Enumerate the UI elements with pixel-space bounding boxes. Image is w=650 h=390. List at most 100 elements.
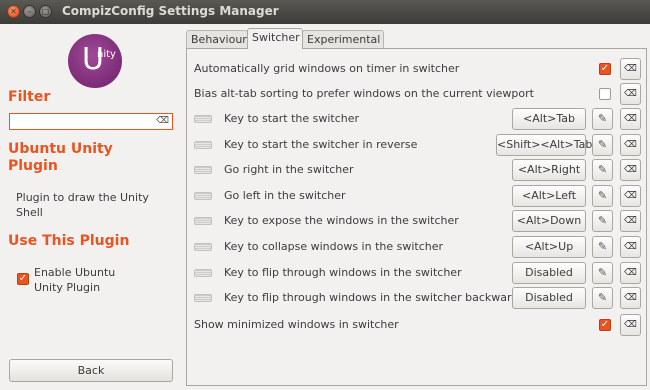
reset-button[interactable]: ⌫ (620, 159, 641, 181)
setting-row: Key to flip through windows in the switc… (187, 261, 646, 285)
setting-label: Key to collapse windows in the switcher (224, 240, 444, 253)
setting-label: Automatically grid windows on timer in s… (194, 62, 460, 75)
pencil-icon: ✎ (597, 138, 608, 151)
setting-label: Key to start the switcher (224, 112, 360, 125)
minimize-window-button[interactable]: – (23, 5, 36, 18)
clear-icon: ⌫ (624, 165, 637, 175)
reset-button[interactable]: ⌫ (620, 185, 641, 207)
setting-label: Key to flip through windows in the switc… (224, 266, 462, 279)
enable-plugin-checkbox[interactable]: ✓ (17, 273, 29, 285)
back-button[interactable]: Back (9, 359, 173, 382)
filter-field[interactable]: ⌫ (9, 113, 173, 130)
edit-button[interactable]: ✎ (592, 287, 613, 309)
clear-icon: ⌫ (624, 89, 637, 99)
pencil-icon: ✎ (597, 240, 608, 253)
reset-button[interactable]: ⌫ (620, 262, 641, 284)
edit-button[interactable]: ✎ (592, 159, 613, 181)
reset-button[interactable]: ⌫ (620, 108, 641, 130)
setting-label: Key to flip through windows in the switc… (224, 291, 525, 304)
plugin-description: Plugin to draw the Unity Shell (16, 190, 176, 220)
setting-row: Automatically grid windows on timer in s… (187, 57, 646, 81)
key-binding-button[interactable]: Disabled (512, 262, 586, 284)
clear-icon: ⌫ (624, 320, 637, 330)
tab-behaviour[interactable]: Behaviour (186, 30, 248, 48)
key-binding-button[interactable]: <Alt>Tab (512, 108, 586, 130)
bias-alt-tab-checkbox[interactable] (599, 88, 611, 100)
pencil-icon: ✎ (597, 163, 608, 176)
key-binding-button[interactable]: <Shift><Alt>Tab (496, 134, 592, 156)
drag-handle-icon (194, 294, 212, 302)
setting-row: Bias alt-tab sorting to prefer windows o… (187, 82, 646, 106)
auto-grid-checkbox[interactable]: ✓ (599, 63, 611, 75)
edit-button[interactable]: ✎ (592, 134, 613, 156)
window: ✕ – □ CompizConfig Settings Manager U ni… (0, 0, 650, 390)
description-line2: Shell (16, 206, 43, 219)
reset-button[interactable]: ⌫ (620, 134, 641, 156)
reset-button[interactable]: ⌫ (620, 58, 641, 80)
filter-input[interactable] (12, 115, 152, 128)
key-binding-button[interactable]: <Alt>Down (512, 210, 586, 232)
drag-handle-icon (194, 217, 212, 225)
setting-label: Go right in the switcher (224, 163, 354, 176)
key-binding-button[interactable]: Disabled (512, 287, 586, 309)
unity-logo: U nity (68, 34, 122, 88)
setting-row: Key to start the switcher in reverse <Sh… (187, 133, 646, 157)
filter-heading: Filter (8, 89, 51, 105)
key-binding-button[interactable]: <Alt>Right (512, 159, 586, 181)
title-bar: ✕ – □ CompizConfig Settings Manager (0, 0, 650, 24)
setting-label: Key to start the switcher in reverse (224, 138, 418, 151)
sidebar: U nity Filter ⌫ Ubuntu Unity Plugin Plug… (0, 24, 183, 390)
setting-row: Show minimized windows in switcher ✓ ⌫ (187, 313, 646, 337)
drag-handle-icon (194, 269, 212, 277)
close-window-button[interactable]: ✕ (7, 5, 20, 18)
edit-button[interactable]: ✎ (592, 210, 613, 232)
edit-button[interactable]: ✎ (592, 185, 613, 207)
setting-label: Show minimized windows in switcher (194, 318, 399, 331)
setting-row: Key to start the switcher <Alt>Tab ✎ ⌫ (187, 107, 646, 131)
setting-row: Key to collapse windows in the switcher … (187, 235, 646, 259)
pencil-icon: ✎ (597, 214, 608, 227)
use-plugin-heading: Use This Plugin (8, 233, 130, 249)
reset-button[interactable]: ⌫ (620, 210, 641, 232)
pencil-icon: ✎ (597, 189, 608, 202)
drag-handle-icon (194, 243, 212, 251)
window-title: CompizConfig Settings Manager (62, 4, 279, 18)
setting-row: Go right in the switcher <Alt>Right ✎ ⌫ (187, 158, 646, 182)
clear-icon[interactable]: ⌫ (156, 116, 169, 127)
clear-icon: ⌫ (624, 216, 637, 226)
enable-plugin-label[interactable]: Enable Ubuntu Unity Plugin (34, 265, 115, 295)
clear-icon: ⌫ (624, 140, 637, 150)
edit-button[interactable]: ✎ (592, 108, 613, 130)
show-minimized-checkbox[interactable]: ✓ (599, 319, 611, 331)
drag-handle-icon (194, 192, 212, 200)
settings-panel: Automatically grid windows on timer in s… (186, 48, 647, 386)
edit-button[interactable]: ✎ (592, 236, 613, 258)
clear-icon: ⌫ (624, 242, 637, 252)
pencil-icon: ✎ (597, 266, 608, 279)
reset-button[interactable]: ⌫ (620, 83, 641, 105)
key-binding-button[interactable]: <Alt>Up (512, 236, 586, 258)
drag-handle-icon (194, 115, 212, 123)
enable-label-line2: Unity Plugin (34, 281, 101, 294)
clear-icon: ⌫ (624, 268, 637, 278)
setting-label: Bias alt-tab sorting to prefer windows o… (194, 87, 534, 100)
clear-icon: ⌫ (624, 191, 637, 201)
description-line1: Plugin to draw the Unity (16, 191, 149, 204)
reset-button[interactable]: ⌫ (620, 314, 641, 336)
pencil-icon: ✎ (597, 291, 608, 304)
logo-text: nity (97, 49, 116, 60)
tab-experimental[interactable]: Experimental (302, 30, 384, 48)
key-binding-button[interactable]: <Alt>Left (512, 185, 586, 207)
reset-button[interactable]: ⌫ (620, 236, 641, 258)
clear-icon: ⌫ (624, 114, 637, 124)
setting-row: Key to flip through windows in the switc… (187, 286, 646, 310)
maximize-window-button[interactable]: □ (39, 5, 52, 18)
edit-button[interactable]: ✎ (592, 262, 613, 284)
tab-switcher[interactable]: Switcher (247, 28, 303, 49)
setting-label: Go left in the switcher (224, 189, 346, 202)
plugin-name-line1: Ubuntu Unity (8, 141, 113, 157)
drag-handle-icon (194, 141, 212, 149)
clear-icon: ⌫ (624, 293, 637, 303)
reset-button[interactable]: ⌫ (620, 287, 641, 309)
drag-handle-icon (194, 166, 212, 174)
